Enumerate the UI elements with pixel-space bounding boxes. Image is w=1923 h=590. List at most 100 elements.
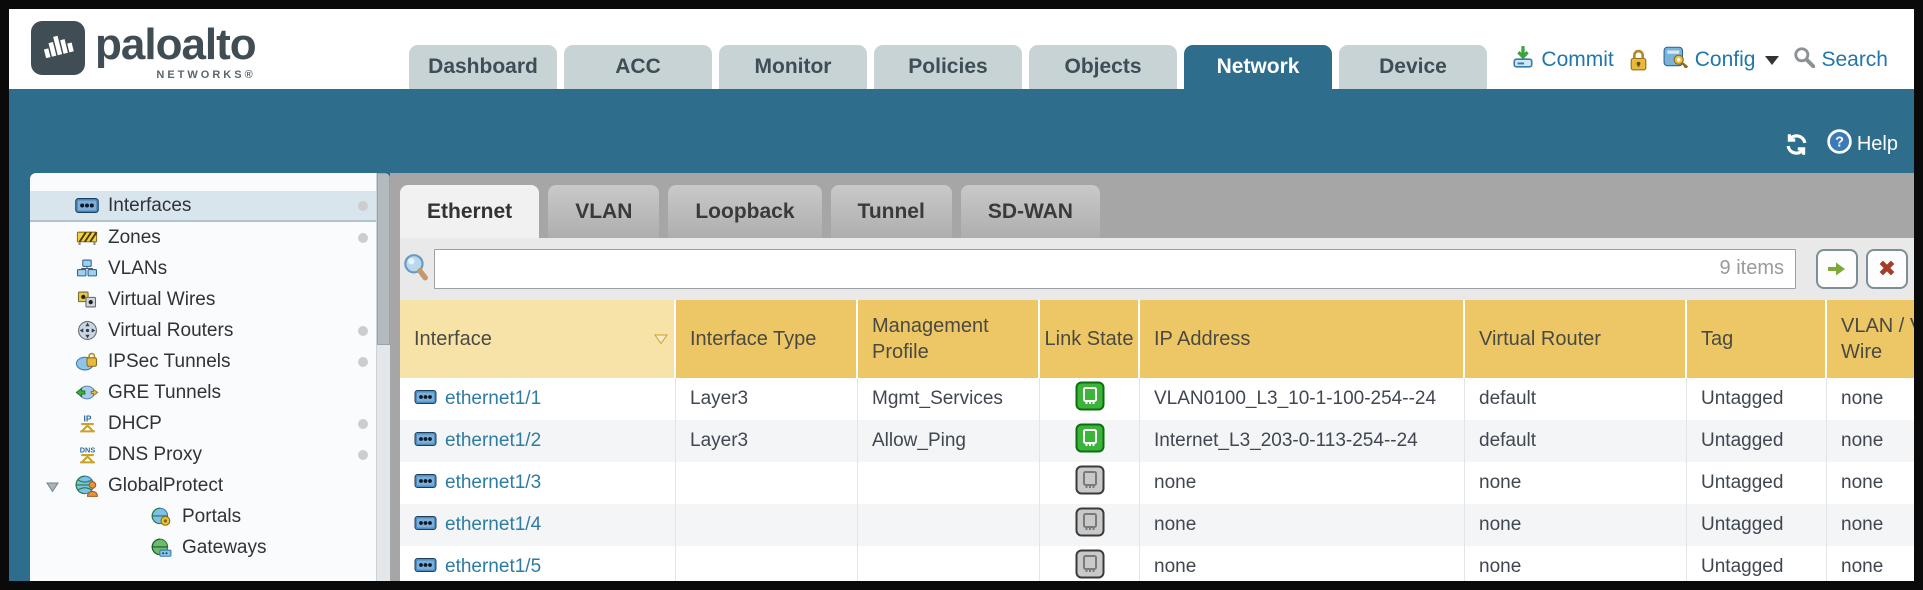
help-button[interactable]: ? Help: [1826, 128, 1898, 161]
expander-triangle-icon[interactable]: [46, 480, 59, 498]
cell-vlan: none: [1827, 504, 1914, 546]
interface-link[interactable]: ethernet1/4: [445, 514, 541, 536]
sidebar-item-interfaces[interactable]: Interfaces: [30, 191, 390, 222]
cell-link: [1040, 504, 1140, 546]
apply-filter-button[interactable]: [1816, 249, 1858, 289]
cell-profile: [858, 546, 1040, 581]
cell-link: [1040, 546, 1140, 581]
sidebar-item-label: Portals: [182, 506, 241, 528]
cell-type: [676, 504, 858, 546]
subtab-sd-wan[interactable]: SD-WAN: [961, 185, 1100, 238]
table-row[interactable]: ethernet1/1Layer3Mgmt_ServicesVLAN0100_L…: [400, 378, 1914, 420]
table-row[interactable]: ethernet1/2Layer3Allow_PingInternet_L3_2…: [400, 420, 1914, 462]
item-status-dot: [358, 326, 368, 336]
cell-interface[interactable]: ethernet1/2: [400, 420, 676, 462]
sidebar-item-label: GRE Tunnels: [108, 382, 221, 404]
sidebar-item-vlans[interactable]: VLANs: [30, 253, 390, 284]
nav-tab-network[interactable]: Network: [1184, 45, 1332, 89]
sidebar-item-gre-tunnels[interactable]: GRE Tunnels: [30, 377, 390, 408]
cell-type: [676, 462, 858, 504]
svg-text:IP: IP: [83, 413, 91, 423]
config-button[interactable]: Config: [1663, 45, 1780, 75]
interface-link[interactable]: ethernet1/5: [445, 556, 541, 578]
help-icon: ?: [1826, 128, 1853, 161]
nav-tab-dashboard[interactable]: Dashboard: [409, 45, 557, 89]
sidebar-item-label: Gateways: [182, 537, 266, 559]
column-header-interface[interactable]: Interface: [400, 300, 676, 378]
cell-interface[interactable]: ethernet1/5: [400, 546, 676, 581]
cell-type: Layer3: [676, 420, 858, 462]
sidebar-item-gateways[interactable]: Gateways: [30, 532, 390, 563]
link-state-up-icon: [1075, 423, 1105, 459]
nav-tab-device[interactable]: Device: [1339, 45, 1487, 89]
cell-profile: [858, 504, 1040, 546]
interface-link[interactable]: ethernet1/3: [445, 472, 541, 494]
utility-bar: Commit Config Search: [1511, 45, 1888, 75]
column-header-interface-type[interactable]: Interface Type: [676, 300, 858, 378]
filter-input[interactable]: [434, 249, 1796, 289]
cell-vlan: none: [1827, 546, 1914, 581]
cell-interface[interactable]: ethernet1/4: [400, 504, 676, 546]
sidebar-item-dns-proxy[interactable]: DNSDNS Proxy: [30, 439, 390, 470]
filter-row: 9 items ✖: [400, 238, 1914, 300]
nav-tab-monitor[interactable]: Monitor: [719, 45, 867, 89]
virtual-routers-icon: [74, 320, 100, 341]
sidebar-item-zones[interactable]: Zones: [30, 222, 390, 253]
table-row[interactable]: ethernet1/5nonenoneUntaggednone: [400, 546, 1914, 581]
top-bar: paloalto NETWORKS® DashboardACCMonitorPo…: [9, 9, 1914, 89]
nav-tab-objects[interactable]: Objects: [1029, 45, 1177, 89]
link-state-down-icon: [1075, 465, 1105, 501]
paloalto-logo-icon: [31, 21, 85, 75]
help-label: Help: [1857, 133, 1898, 156]
dhcp-icon: IP: [74, 413, 100, 434]
subtab-loopback[interactable]: Loopback: [668, 185, 821, 238]
sidebar-scrollbar-thumb[interactable]: [377, 173, 390, 345]
sidebar-item-dhcp[interactable]: IPDHCP: [30, 408, 390, 439]
ethernet-port-icon: [414, 556, 437, 578]
item-status-dot: [358, 450, 368, 460]
subtab-ethernet[interactable]: Ethernet: [400, 185, 539, 238]
column-header-tag[interactable]: Tag: [1687, 300, 1827, 378]
clear-filter-button[interactable]: ✖: [1866, 249, 1908, 289]
column-header-management-profile[interactable]: Management Profile: [858, 300, 1040, 378]
sidebar-item-portals[interactable]: Portals: [30, 501, 390, 532]
brand-subtitle: NETWORKS®: [156, 69, 255, 81]
refresh-icon[interactable]: [1783, 132, 1810, 157]
sidebar-scrollbar[interactable]: [376, 173, 390, 581]
nav-tab-policies[interactable]: Policies: [874, 45, 1022, 89]
ethernet-port-icon: [414, 388, 437, 410]
interface-link[interactable]: ethernet1/2: [445, 430, 541, 452]
sidebar-item-virtual-wires[interactable]: Virtual Wires: [30, 284, 390, 315]
nav-tab-acc[interactable]: ACC: [564, 45, 712, 89]
dns-proxy-icon: DNS: [74, 444, 100, 465]
brand-name: paloalto: [95, 21, 256, 69]
table-row[interactable]: ethernet1/3nonenoneUntaggednone: [400, 462, 1914, 504]
column-header-vlan-v[interactable]: VLAN / V Wire: [1827, 300, 1914, 378]
ethernet-port-icon: [414, 514, 437, 536]
sidebar-item-label: IPSec Tunnels: [108, 351, 231, 373]
commit-icon: [1511, 45, 1535, 75]
sidebar-item-label: Interfaces: [108, 195, 191, 217]
interface-link[interactable]: ethernet1/1: [445, 388, 541, 410]
commit-label: Commit: [1541, 48, 1613, 72]
cell-interface[interactable]: ethernet1/1: [400, 378, 676, 420]
search-button[interactable]: Search: [1793, 46, 1888, 74]
lock-icon[interactable]: [1628, 49, 1649, 72]
cell-vlan: none: [1827, 378, 1914, 420]
column-header-ip-address[interactable]: IP Address: [1140, 300, 1465, 378]
sort-dropdown-icon[interactable]: [653, 326, 669, 352]
gateways-icon: [148, 538, 174, 558]
sidebar-item-virtual-routers[interactable]: Virtual Routers: [30, 315, 390, 346]
virtual-wires-icon: [74, 291, 100, 308]
subtab-tunnel[interactable]: Tunnel: [831, 185, 952, 238]
commit-button[interactable]: Commit: [1511, 45, 1613, 75]
sidebar-item-globalprotect[interactable]: GlobalProtect: [30, 470, 390, 501]
sidebar-item-ipsec-tunnels[interactable]: IPSec Tunnels: [30, 346, 390, 377]
table-row[interactable]: ethernet1/4nonenoneUntaggednone: [400, 504, 1914, 546]
subtab-vlan[interactable]: VLAN: [548, 185, 659, 238]
cell-interface[interactable]: ethernet1/3: [400, 462, 676, 504]
column-header-virtual-router[interactable]: Virtual Router: [1465, 300, 1687, 378]
config-dropdown-caret: [1765, 56, 1779, 65]
search-icon: [1793, 46, 1815, 74]
column-header-link-state[interactable]: Link State: [1040, 300, 1140, 378]
